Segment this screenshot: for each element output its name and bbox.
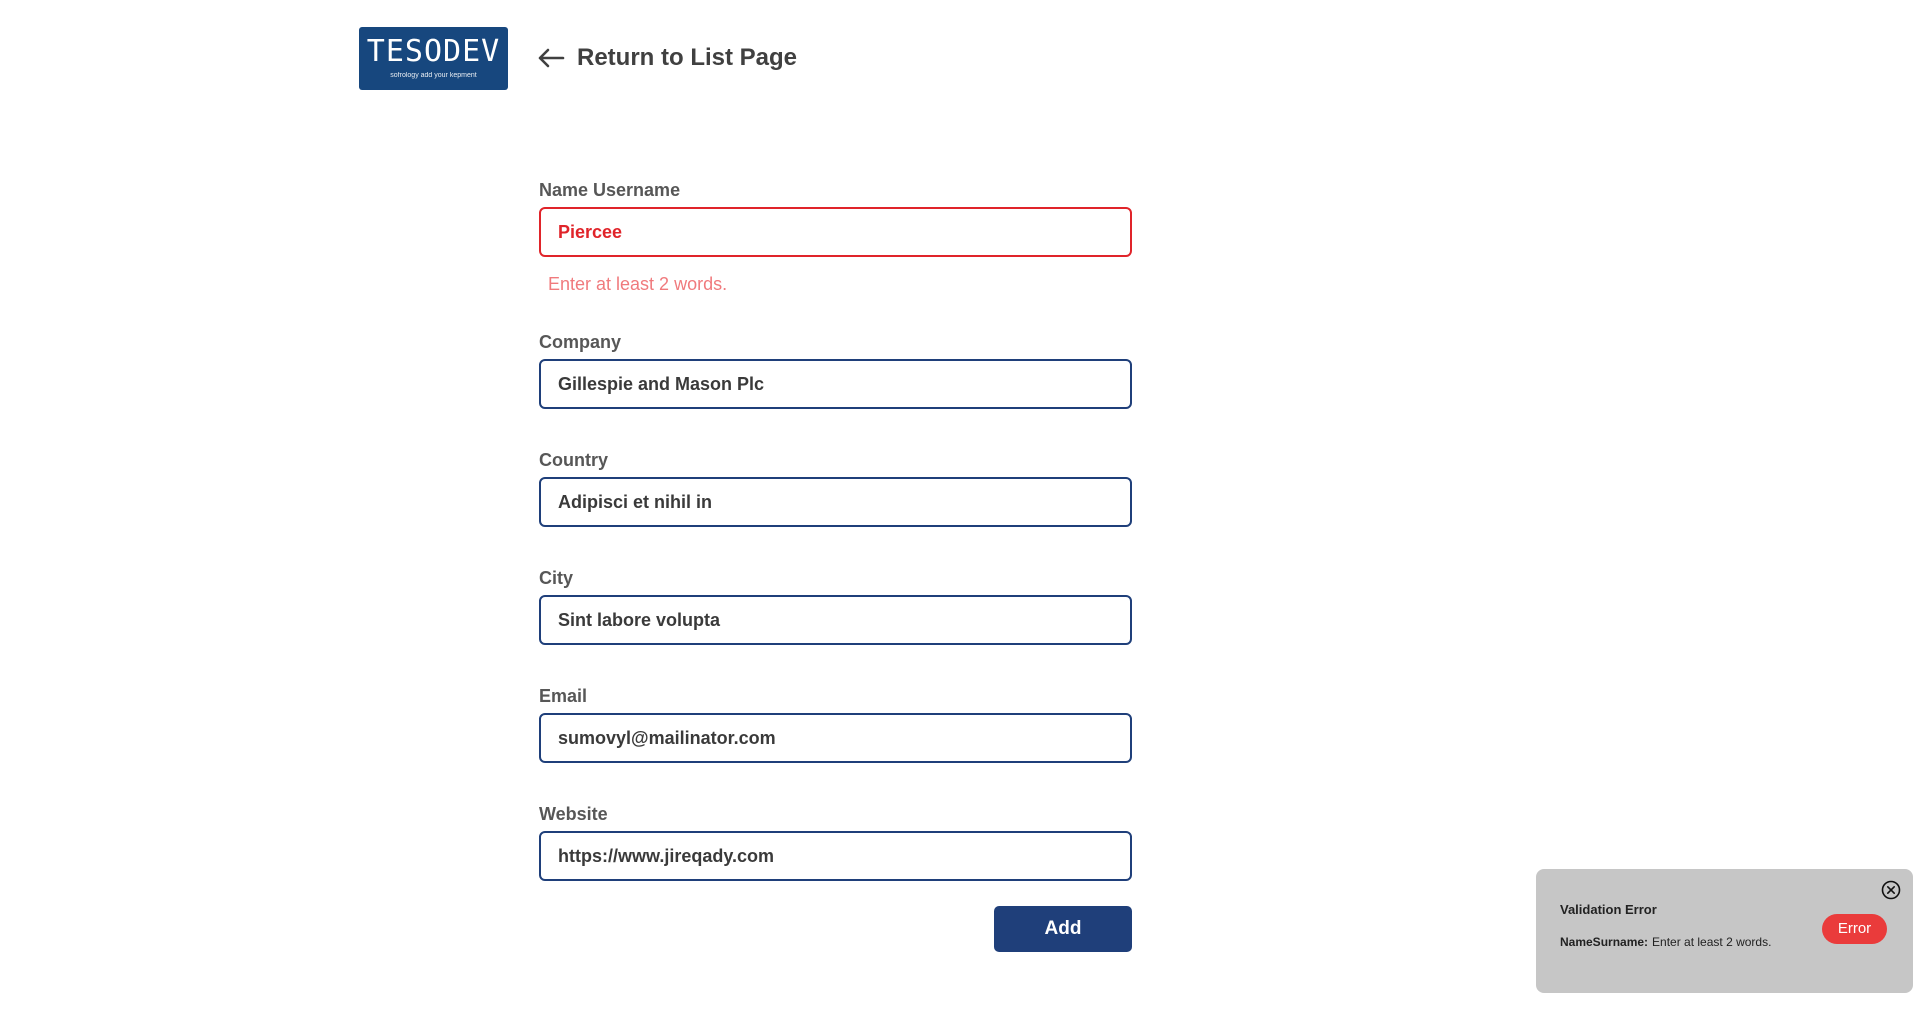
email-label: Email: [539, 686, 588, 706]
city-label: City: [539, 568, 574, 588]
company-input[interactable]: [539, 359, 1132, 409]
add-button[interactable]: Add: [994, 906, 1132, 952]
field-city: City: [539, 567, 1132, 645]
name-username-input[interactable]: [539, 207, 1132, 257]
toast-title: Validation Error: [1560, 902, 1657, 917]
return-to-list-label: Return to List Page: [577, 44, 798, 71]
website-label: Website: [539, 804, 608, 824]
add-record-form: Name Username Enter at least 2 words. Co…: [539, 179, 1132, 881]
company-label: Company: [539, 332, 622, 352]
arrow-left-icon: [537, 47, 565, 69]
name-username-label: Name Username: [539, 180, 681, 200]
city-input[interactable]: [539, 595, 1132, 645]
logo-wordmark: TESODEV: [366, 34, 501, 69]
country-input[interactable]: [539, 477, 1132, 527]
website-input[interactable]: [539, 831, 1132, 881]
toast-field-name: NameSurname:: [1560, 935, 1649, 949]
validation-error-toast: Validation Error NameSurname: Enter at le…: [1536, 869, 1913, 993]
toast-message: NameSurname: Enter at least 2 words.: [1560, 935, 1771, 949]
name-username-error: Enter at least 2 words.: [548, 274, 728, 294]
country-label: Country: [539, 450, 608, 470]
page: TESODEV sofrology add your kepment Retur…: [0, 0, 1920, 1011]
return-to-list-link[interactable]: Return to List Page: [537, 44, 797, 72]
email-input[interactable]: [539, 713, 1132, 763]
field-website: Website: [539, 803, 1132, 881]
field-company: Company: [539, 331, 1132, 409]
logo-tagline: sofrology add your kepment: [390, 72, 477, 79]
field-email: Email: [539, 685, 1132, 763]
close-circle-icon[interactable]: [1881, 880, 1901, 900]
error-badge: Error: [1822, 914, 1887, 944]
tesodev-logo[interactable]: TESODEV sofrology add your kepment: [359, 27, 508, 90]
field-name-username: Name Username Enter at least 2 words.: [539, 179, 1132, 295]
toast-message-text: Enter at least 2 words.: [1652, 935, 1772, 949]
field-country: Country: [539, 449, 1132, 527]
